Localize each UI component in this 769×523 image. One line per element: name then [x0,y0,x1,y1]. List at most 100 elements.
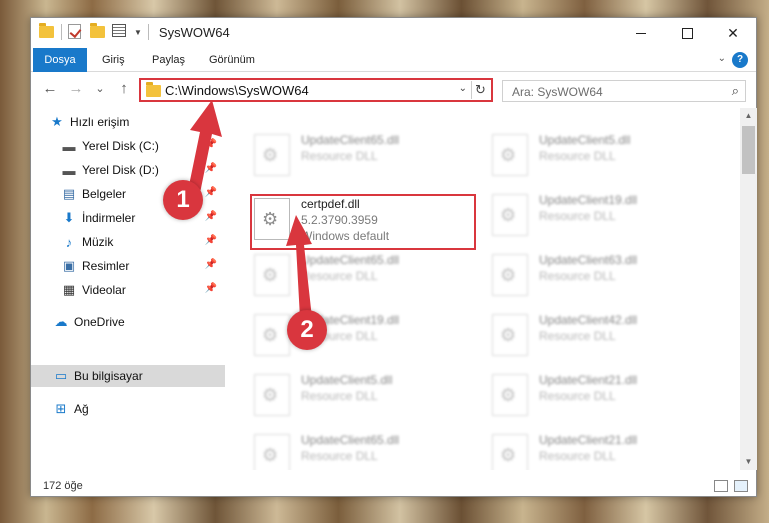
list-item[interactable]: UpdateClient65.dll Resource DLL [227,430,453,470]
list-item[interactable]: UpdateClient19.dll Resource DLL [465,190,691,246]
file-name: UpdateClient42.dll [539,313,638,327]
sidebar-item-label: Müzik [82,235,114,249]
list-item[interactable]: UpdateClient19.dll Resource DLL [227,310,453,366]
properties-check-icon[interactable] [68,24,84,40]
sidebar-item-onedrive[interactable]: ☁ OneDrive [31,311,225,333]
window-controls: ✕ [618,18,756,48]
properties-icon[interactable] [112,24,128,40]
up-arrow-icon[interactable]: ↑ [115,80,133,98]
sidebar-item-pictures[interactable]: ▣ Resimler 📌 [31,255,225,277]
expand-ribbon-chevron-icon[interactable]: ⌄ [718,53,726,64]
navigation-pane: ★ Hızlı erişim ▬ Yerel Disk (C:) 📌 ▬ Yer… [31,108,225,470]
tab-file[interactable]: Dosya [33,48,87,72]
download-icon: ⬇ [63,210,75,225]
title-bar: ▼ SysWOW64 ✕ [31,18,756,48]
customize-toolbar-chevron-icon[interactable]: ▼ [134,28,142,37]
pin-icon[interactable]: 📌 [205,259,217,270]
dll-file-icon [254,314,290,356]
file-explorer-window: ▼ SysWOW64 ✕ Dosya Giriş Paylaş Görünüm … [30,17,757,497]
minimize-button[interactable] [618,18,664,48]
file-name: UpdateClient19.dll [539,193,638,207]
dll-file-icon [492,134,528,176]
sidebar-item-label: Videolar [82,283,126,297]
vertical-scrollbar[interactable]: ▲ ▼ [740,108,757,470]
sidebar-item-local-disk-c[interactable]: ▬ Yerel Disk (C:) 📌 [31,135,225,157]
back-arrow-icon[interactable]: ← [41,80,59,98]
file-description: Resource DLL [301,149,378,163]
list-item[interactable]: UpdateClient5.dll Resource DLL [465,130,691,186]
list-item[interactable]: UpdateClient63.dll Resource DLL [465,250,691,306]
pin-icon[interactable]: 📌 [205,211,217,222]
sidebar-item-this-pc[interactable]: ▭ Bu bilgisayar [31,365,225,387]
tab-share[interactable]: Paylaş [152,48,185,72]
scroll-up-arrow-icon[interactable]: ▲ [740,108,757,124]
dll-file-icon [254,434,290,470]
address-bar[interactable]: C:\Windows\SysWOW64 ⌄ ↻ [139,78,493,102]
sidebar-item-label: Resimler [82,259,130,273]
sidebar-item-local-disk-d[interactable]: ▬ Yerel Disk (D:) 📌 [31,159,225,181]
view-switcher [714,480,748,492]
tab-view[interactable]: Görünüm [209,48,255,72]
separator [147,24,149,40]
sidebar-item-label: Belgeler [82,187,127,201]
sidebar-item-label: OneDrive [74,315,125,329]
list-item[interactable]: UpdateClient65.dll Resource DLL [227,130,453,186]
ribbon-tabs: Dosya Giriş Paylaş Görünüm ⌄ ? [31,48,756,72]
sidebar-item-network[interactable]: ⊞ Ağ [31,398,225,420]
scroll-down-arrow-icon[interactable]: ▼ [740,454,757,470]
tab-home[interactable]: Giriş [102,48,125,72]
sidebar-item-videos[interactable]: ▦ Videolar 📌 [31,279,225,301]
file-name: UpdateClient65.dll [301,133,400,147]
pin-icon[interactable]: 📌 [205,139,217,150]
quick-access-toolbar: ▼ SysWOW64 [39,23,230,40]
refresh-icon[interactable]: ↻ [471,81,489,99]
search-icon[interactable]: ⌕ [732,83,739,99]
close-button[interactable]: ✕ [710,18,756,48]
scrollbar-thumb[interactable] [742,126,755,174]
sidebar-item-quick-access[interactable]: ★ Hızlı erişim [31,111,225,133]
pin-icon[interactable]: 📌 [205,187,217,198]
file-name: UpdateClient21.dll [539,433,638,447]
list-item[interactable]: UpdateClient65.dll Resource DLL [227,250,453,306]
address-path[interactable]: C:\Windows\SysWOW64 [165,83,309,98]
file-name: UpdateClient63.dll [539,253,638,267]
network-icon: ⊞ [55,401,67,416]
drive-icon: ▬ [62,138,76,154]
recent-locations-chevron-icon[interactable]: ⌄ [91,80,109,98]
search-box[interactable]: Ara: SysWOW64 ⌕ [502,80,746,102]
dll-file-icon [254,134,290,176]
file-description: Resource DLL [301,269,378,283]
list-item[interactable]: UpdateClient21.dll Resource DLL [465,430,691,470]
file-name: UpdateClient21.dll [539,373,638,387]
dll-file-icon [492,374,528,416]
item-count: 172 öğe [43,480,83,492]
file-name: UpdateClient5.dll [539,133,631,147]
file-description: Resource DLL [301,449,378,463]
file-description: Resource DLL [539,269,616,283]
status-bar: 172 öğe [31,476,756,498]
sidebar-item-label: Yerel Disk (C:) [82,139,159,153]
dll-file-icon [492,194,528,236]
forward-arrow-icon[interactable]: → [67,80,85,98]
dll-file-icon [492,314,528,356]
list-item[interactable]: UpdateClient21.dll Resource DLL [465,370,691,426]
computer-icon: ▭ [54,368,68,383]
help-icon[interactable]: ? [732,52,748,68]
folder-icon [39,23,55,40]
maximize-button[interactable] [664,18,710,48]
new-folder-icon[interactable] [90,23,106,40]
sidebar-item-label: Yerel Disk (D:) [82,163,159,177]
address-dropdown-chevron-icon[interactable]: ⌄ [459,83,467,94]
drive-icon: ▬ [62,162,76,178]
music-icon: ♪ [65,234,73,250]
dll-file-icon [492,254,528,296]
pin-icon[interactable]: 📌 [205,283,217,294]
list-item[interactable]: UpdateClient5.dll Resource DLL [227,370,453,426]
details-view-icon[interactable] [714,480,728,492]
list-item[interactable]: UpdateClient42.dll Resource DLL [465,310,691,366]
sidebar-item-music[interactable]: ♪ Müzik 📌 [31,231,225,253]
dll-file-icon [254,254,290,296]
pin-icon[interactable]: 📌 [205,235,217,246]
pin-icon[interactable]: 📌 [205,163,217,174]
large-icons-view-icon[interactable] [734,480,748,492]
